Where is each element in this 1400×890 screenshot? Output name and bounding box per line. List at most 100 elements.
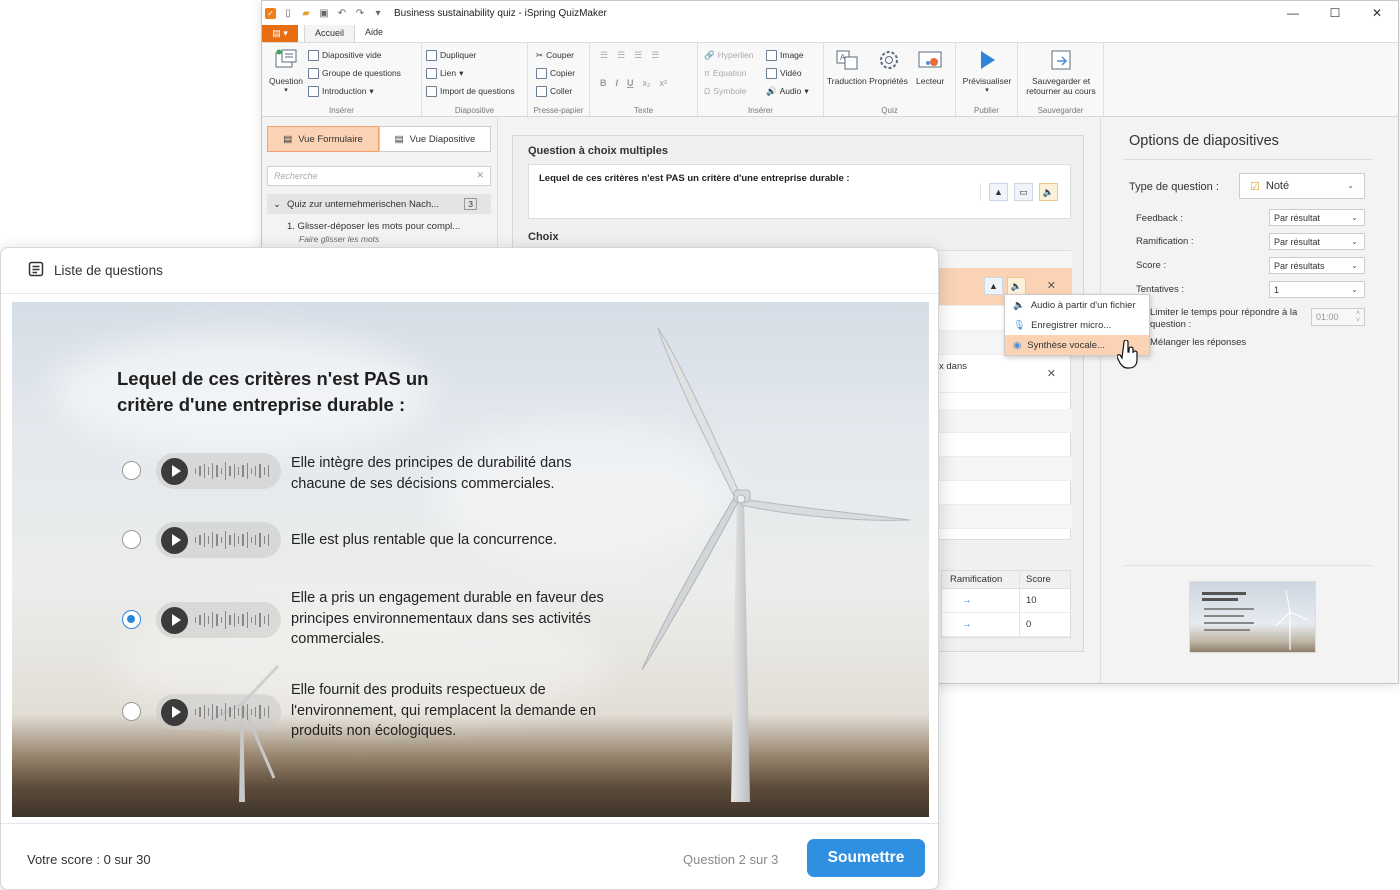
video-button[interactable]: Vidéo [766,64,809,82]
question-text-field[interactable]: Lequel de ces critères n'est PAS un crit… [528,164,1071,219]
audio-player[interactable] [156,602,281,638]
branching-select[interactable]: Par résultat ⌄ [1269,233,1365,250]
new-file-icon[interactable]: ▯ [282,7,294,19]
italic-icon[interactable]: I [616,78,619,88]
underline-icon[interactable]: U [627,78,634,88]
preview-button[interactable]: Prévisualiser ▾ [960,46,1014,96]
arrow-right-icon[interactable]: → [950,595,972,606]
answer-radio[interactable] [122,530,141,549]
arrow-right-icon[interactable]: → [950,619,972,630]
import-questions-button[interactable]: Import de questions [426,82,523,100]
equation-button[interactable]: π Equation [704,64,766,82]
attempts-select[interactable]: 1 ⌄ [1269,281,1365,298]
introduction-button[interactable]: Introduction ▾ [308,82,401,100]
image-button[interactable]: Image [766,46,809,64]
indent-icon[interactable]: ☰ [651,50,659,61]
branching-label: Ramification : [1136,236,1194,247]
speaker-icon[interactable]: 🔈 [1039,183,1058,201]
subscript-icon[interactable]: x₂ [643,78,651,88]
image-icon[interactable]: ▲ [984,277,1003,295]
player-button[interactable]: Lecteur [909,46,951,104]
question-type-select[interactable]: ☑ Noté ⌄ [1239,173,1365,199]
slide-view-button[interactable]: ▤ Vue Diapositive [379,126,491,152]
play-icon[interactable] [161,457,188,485]
symbol-button[interactable]: Ω Symbole [704,82,766,100]
time-limit-field[interactable]: 01:00 ˄ ˅ [1311,308,1365,326]
answer-radio[interactable] [122,461,141,480]
slide-thumbnail[interactable] [1189,581,1316,653]
minimize-icon[interactable]: — [1272,1,1314,25]
link-button[interactable]: Lien ▾ [426,64,523,82]
answer-option-2[interactable]: Elle est plus rentable que la concurrenc… [122,522,621,558]
image-icon[interactable]: ▲ [989,183,1008,201]
search-input[interactable]: Recherche ✕ [267,166,491,186]
play-triangle-icon [974,48,1000,72]
audio-player[interactable] [156,694,281,730]
tree-item[interactable]: 1. Glisser-déposer les mots pour compl..… [287,221,460,245]
answer-option-3[interactable]: Elle a pris un engagement durable en fav… [122,590,621,650]
hyperlink-button[interactable]: 🔗 Hyperlien [704,46,766,64]
customize-dropdown-icon[interactable]: ▾ [372,7,384,19]
menu-item-audio-file[interactable]: 🔈 Audio à partir d'un fichier [1005,295,1149,315]
feedback-select[interactable]: Par résultat ⌄ [1269,209,1365,226]
open-folder-icon[interactable]: ▰ [300,7,312,19]
answer-option-4[interactable]: Elle fournit des produits respectueux de… [122,682,621,742]
redo-icon[interactable]: ↷ [354,7,366,19]
save-return-button[interactable]: Sauvegarder et retourner au cours [1022,46,1100,96]
tab-accueil[interactable]: Accueil [304,24,356,42]
save-return-label: Sauvegarder et retourner au cours [1026,76,1096,96]
question-list-label[interactable]: Liste de questions [54,263,163,278]
answer-radio-selected[interactable] [122,610,141,629]
video-icon[interactable]: ▭ [1014,183,1033,201]
play-icon[interactable] [161,698,188,726]
bold-icon[interactable]: B [600,78,607,88]
answer-option-1[interactable]: Elle intègre des principes de durabilité… [122,453,621,494]
time-limit-label: Limiter le temps pour répondre à la ques… [1150,307,1298,330]
numbered-list-icon[interactable]: ☰ [617,50,625,61]
answer-radio[interactable] [122,702,141,721]
chevron-down-icon: ⌄ [1351,237,1358,246]
shuffle-label: Mélanger les réponses [1150,337,1247,348]
quiz-tree-header[interactable]: ⌄ Quiz zur unternehmerischen Nach... 3 [267,194,491,214]
duplicate-button[interactable]: Dupliquer [426,46,523,64]
undo-icon[interactable]: ↶ [336,7,348,19]
clear-search-icon[interactable]: ✕ [476,170,484,181]
maximize-icon[interactable]: ☐ [1314,1,1356,25]
answer-text: Elle est plus rentable que la concurrenc… [291,532,557,548]
close-icon[interactable]: ✕ [1356,1,1398,25]
outdent-icon[interactable]: ☰ [634,50,642,61]
file-menu-button[interactable]: ▤ ▾ [262,24,298,42]
blank-slide-button[interactable]: Diapositive vide [308,46,401,64]
delete-choice-icon[interactable]: ✕ [1047,279,1056,292]
audio-player[interactable] [156,453,281,489]
delete-choice-icon[interactable]: ✕ [1047,367,1056,380]
cut-button[interactable]: ✂ Couper [536,46,585,64]
save-icon[interactable]: ▣ [318,7,330,19]
spinner-icon[interactable]: ˄ ˅ [1356,310,1360,324]
audio-button[interactable]: 🔊 Audio ▾ [766,82,809,100]
question-list-icon[interactable] [28,261,44,280]
translation-button[interactable]: A Traduction [826,46,868,104]
play-icon[interactable] [161,606,188,634]
submit-button[interactable]: Soumettre [807,839,925,877]
menu-item-record-mic[interactable]: 🎙 Enregistrer micro... [1005,315,1149,335]
table-row[interactable]: → 10 [942,589,1070,613]
form-view-button[interactable]: ▤ Vue Formulaire [267,126,379,152]
paste-button[interactable]: Coller [536,82,585,100]
audio-player[interactable] [156,522,281,558]
bullet-list-icon[interactable]: ☰ [600,50,608,61]
properties-button[interactable]: Propriétés [868,46,910,104]
question-button[interactable]: Question ▾ [266,46,306,104]
chevron-down-icon: ⌄ [1351,285,1358,294]
speaker-icon[interactable]: 🔈 [1007,277,1026,295]
play-icon[interactable] [161,526,188,554]
score-select[interactable]: Par résultats ⌄ [1269,257,1365,274]
copy-button[interactable]: Copier [536,64,585,82]
ribbon-group-clipboard: ✂ Couper Copier Coller Presse-papier [528,43,590,116]
table-row[interactable]: → 0 [942,613,1070,637]
superscript-icon[interactable]: x² [660,78,668,88]
svg-text:A: A [840,53,846,62]
tab-aide[interactable]: Aide [355,24,393,42]
question-group-button[interactable]: Groupe de questions [308,64,401,82]
slide-count-badge: 3 [464,198,477,210]
